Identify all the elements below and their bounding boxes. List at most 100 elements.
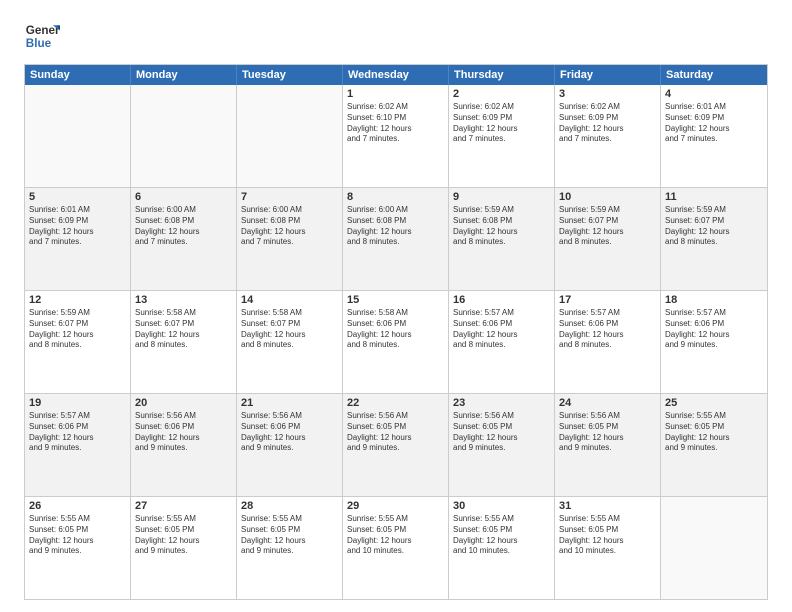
day-info: Sunrise: 5:56 AM Sunset: 6:05 PM Dayligh… — [453, 411, 550, 454]
calendar-row-2: 5 Sunrise: 6:01 AM Sunset: 6:09 PM Daylig… — [25, 187, 767, 290]
day-info: Sunrise: 5:59 AM Sunset: 6:07 PM Dayligh… — [29, 308, 126, 351]
day-info: Sunrise: 5:58 AM Sunset: 6:06 PM Dayligh… — [347, 308, 444, 351]
day-info: Sunrise: 5:56 AM Sunset: 6:06 PM Dayligh… — [241, 411, 338, 454]
calendar-cell-day-9: 9 Sunrise: 5:59 AM Sunset: 6:08 PM Daylig… — [449, 188, 555, 290]
day-info: Sunrise: 6:00 AM Sunset: 6:08 PM Dayligh… — [241, 205, 338, 248]
calendar-cell-day-23: 23 Sunrise: 5:56 AM Sunset: 6:05 PM Dayli… — [449, 394, 555, 496]
calendar-cell-day-14: 14 Sunrise: 5:58 AM Sunset: 6:07 PM Dayli… — [237, 291, 343, 393]
calendar-body: 1 Sunrise: 6:02 AM Sunset: 6:10 PM Daylig… — [25, 85, 767, 599]
calendar-cell-day-10: 10Sunrise: 5:59 AM Sunset: 6:07 PM Dayli… — [555, 188, 661, 290]
calendar-cell-day-11: 11 Sunrise: 5:59 AM Sunset: 6:07 PM Dayli… — [661, 188, 767, 290]
day-number: 14 — [241, 294, 338, 306]
calendar-cell-day-30: 30Sunrise: 5:55 AM Sunset: 6:05 PM Dayli… — [449, 497, 555, 599]
calendar-cell-day-2: 2 Sunrise: 6:02 AM Sunset: 6:09 PM Daylig… — [449, 85, 555, 187]
day-info: Sunrise: 6:02 AM Sunset: 6:10 PM Dayligh… — [347, 102, 444, 145]
calendar-header: SundayMondayTuesdayWednesdayThursdayFrid… — [25, 65, 767, 85]
calendar-cell-day-24: 24 Sunrise: 5:56 AM Sunset: 6:05 PM Dayli… — [555, 394, 661, 496]
day-info: Sunrise: 5:56 AM Sunset: 6:05 PM Dayligh… — [559, 411, 656, 454]
day-info: Sunrise: 5:59 AM Sunset: 6:07 PM Dayligh… — [559, 205, 656, 248]
calendar-cell-day-31: 31 Sunrise: 5:55 AM Sunset: 6:05 PM Dayli… — [555, 497, 661, 599]
logo-icon: General Blue — [24, 18, 60, 54]
day-number: 4 — [665, 88, 763, 100]
day-number: 11 — [665, 191, 763, 203]
calendar-cell-day-4: 4 Sunrise: 6:01 AM Sunset: 6:09 PM Daylig… — [661, 85, 767, 187]
day-number: 29 — [347, 500, 444, 512]
header-day-sunday: Sunday — [25, 65, 131, 85]
day-number: 21 — [241, 397, 338, 409]
day-number: 13 — [135, 294, 232, 306]
calendar-cell-day-27: 27 Sunrise: 5:55 AM Sunset: 6:05 PM Dayli… — [131, 497, 237, 599]
calendar-cell-day-21: 21 Sunrise: 5:56 AM Sunset: 6:06 PM Dayli… — [237, 394, 343, 496]
day-number: 20 — [135, 397, 232, 409]
day-number: 28 — [241, 500, 338, 512]
day-info: Sunrise: 6:01 AM Sunset: 6:09 PM Dayligh… — [29, 205, 126, 248]
header-day-thursday: Thursday — [449, 65, 555, 85]
day-number: 17 — [559, 294, 656, 306]
day-number: 27 — [135, 500, 232, 512]
calendar-cell-day-15: 15 Sunrise: 5:58 AM Sunset: 6:06 PM Dayli… — [343, 291, 449, 393]
day-info: Sunrise: 5:58 AM Sunset: 6:07 PM Dayligh… — [135, 308, 232, 351]
calendar-cell-day-28: 28 Sunrise: 5:55 AM Sunset: 6:05 PM Dayli… — [237, 497, 343, 599]
calendar-cell-empty — [661, 497, 767, 599]
day-number: 25 — [665, 397, 763, 409]
header: General Blue — [24, 18, 768, 54]
day-info: Sunrise: 5:55 AM Sunset: 6:05 PM Dayligh… — [135, 514, 232, 557]
calendar-cell-day-3: 3 Sunrise: 6:02 AM Sunset: 6:09 PM Daylig… — [555, 85, 661, 187]
day-number: 16 — [453, 294, 550, 306]
day-number: 15 — [347, 294, 444, 306]
day-info: Sunrise: 5:55 AM Sunset: 6:05 PM Dayligh… — [29, 514, 126, 557]
day-number: 1 — [347, 88, 444, 100]
calendar-cell-day-18: 18Sunrise: 5:57 AM Sunset: 6:06 PM Dayli… — [661, 291, 767, 393]
day-number: 22 — [347, 397, 444, 409]
logo: General Blue — [24, 18, 64, 54]
day-info: Sunrise: 5:56 AM Sunset: 6:06 PM Dayligh… — [135, 411, 232, 454]
calendar-cell-day-20: 20 Sunrise: 5:56 AM Sunset: 6:06 PM Dayli… — [131, 394, 237, 496]
day-number: 23 — [453, 397, 550, 409]
calendar-cell-day-6: 6 Sunrise: 6:00 AM Sunset: 6:08 PM Daylig… — [131, 188, 237, 290]
day-info: Sunrise: 5:56 AM Sunset: 6:05 PM Dayligh… — [347, 411, 444, 454]
day-number: 2 — [453, 88, 550, 100]
day-number: 3 — [559, 88, 656, 100]
calendar-cell-day-17: 17Sunrise: 5:57 AM Sunset: 6:06 PM Dayli… — [555, 291, 661, 393]
calendar-cell-day-8: 8Sunrise: 6:00 AM Sunset: 6:08 PM Daylig… — [343, 188, 449, 290]
day-info: Sunrise: 6:02 AM Sunset: 6:09 PM Dayligh… — [559, 102, 656, 145]
calendar-row-3: 12 Sunrise: 5:59 AM Sunset: 6:07 PM Dayli… — [25, 290, 767, 393]
svg-text:Blue: Blue — [26, 37, 52, 50]
calendar-cell-day-5: 5 Sunrise: 6:01 AM Sunset: 6:09 PM Daylig… — [25, 188, 131, 290]
day-number: 31 — [559, 500, 656, 512]
day-number: 9 — [453, 191, 550, 203]
calendar-cell-day-19: 19 Sunrise: 5:57 AM Sunset: 6:06 PM Dayli… — [25, 394, 131, 496]
calendar-cell-day-12: 12 Sunrise: 5:59 AM Sunset: 6:07 PM Dayli… — [25, 291, 131, 393]
day-number: 8 — [347, 191, 444, 203]
header-day-friday: Friday — [555, 65, 661, 85]
day-info: Sunrise: 5:57 AM Sunset: 6:06 PM Dayligh… — [453, 308, 550, 351]
day-info: Sunrise: 6:01 AM Sunset: 6:09 PM Dayligh… — [665, 102, 763, 145]
header-day-monday: Monday — [131, 65, 237, 85]
day-info: Sunrise: 5:57 AM Sunset: 6:06 PM Dayligh… — [29, 411, 126, 454]
day-info: Sunrise: 5:55 AM Sunset: 6:05 PM Dayligh… — [241, 514, 338, 557]
day-info: Sunrise: 5:55 AM Sunset: 6:05 PM Dayligh… — [665, 411, 763, 454]
day-number: 7 — [241, 191, 338, 203]
day-number: 12 — [29, 294, 126, 306]
day-info: Sunrise: 5:55 AM Sunset: 6:05 PM Dayligh… — [453, 514, 550, 557]
calendar: SundayMondayTuesdayWednesdayThursdayFrid… — [24, 64, 768, 600]
day-info: Sunrise: 6:02 AM Sunset: 6:09 PM Dayligh… — [453, 102, 550, 145]
day-info: Sunrise: 5:58 AM Sunset: 6:07 PM Dayligh… — [241, 308, 338, 351]
day-info: Sunrise: 5:59 AM Sunset: 6:07 PM Dayligh… — [665, 205, 763, 248]
day-number: 24 — [559, 397, 656, 409]
calendar-cell-day-1: 1 Sunrise: 6:02 AM Sunset: 6:10 PM Daylig… — [343, 85, 449, 187]
calendar-row-5: 26Sunrise: 5:55 AM Sunset: 6:05 PM Dayli… — [25, 496, 767, 599]
day-info: Sunrise: 5:59 AM Sunset: 6:08 PM Dayligh… — [453, 205, 550, 248]
calendar-cell-empty — [131, 85, 237, 187]
calendar-cell-day-22: 22 Sunrise: 5:56 AM Sunset: 6:05 PM Dayli… — [343, 394, 449, 496]
calendar-cell-day-25: 25 Sunrise: 5:55 AM Sunset: 6:05 PM Dayli… — [661, 394, 767, 496]
day-number: 5 — [29, 191, 126, 203]
day-info: Sunrise: 5:55 AM Sunset: 6:05 PM Dayligh… — [559, 514, 656, 557]
day-number: 6 — [135, 191, 232, 203]
calendar-cell-day-7: 7 Sunrise: 6:00 AM Sunset: 6:08 PM Daylig… — [237, 188, 343, 290]
day-number: 19 — [29, 397, 126, 409]
day-info: Sunrise: 5:57 AM Sunset: 6:06 PM Dayligh… — [665, 308, 763, 351]
calendar-cell-day-16: 16 Sunrise: 5:57 AM Sunset: 6:06 PM Dayli… — [449, 291, 555, 393]
day-info: Sunrise: 6:00 AM Sunset: 6:08 PM Dayligh… — [135, 205, 232, 248]
calendar-cell-day-26: 26Sunrise: 5:55 AM Sunset: 6:05 PM Dayli… — [25, 497, 131, 599]
